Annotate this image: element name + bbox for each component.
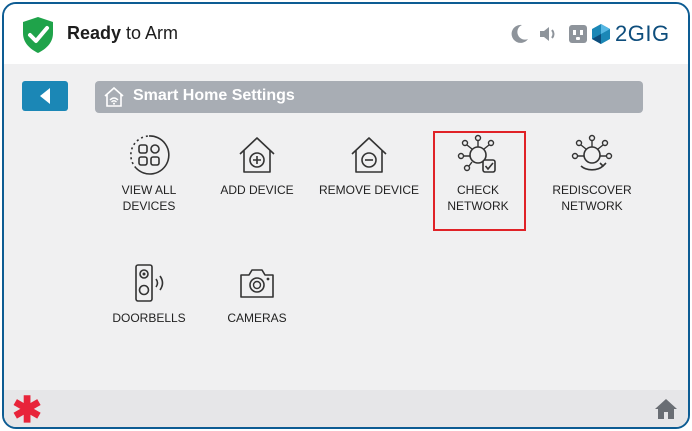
speaker-icon[interactable]: [537, 23, 559, 45]
brand-text: 2GIG: [615, 21, 670, 46]
add-device-line1: ADD DEVICE: [220, 183, 294, 197]
smart-home-icon: [104, 86, 124, 107]
doorbell-icon: [135, 264, 164, 302]
add-device-button[interactable]: ADD DEVICE: [202, 134, 312, 234]
view-all-devices-line2: DEVICES: [122, 199, 176, 213]
moon-icon[interactable]: [508, 23, 530, 45]
home-icon[interactable]: [654, 397, 678, 421]
cameras-label: CAMERAS: [202, 310, 312, 326]
view-all-devices-label: VIEW ALL DEVICES: [94, 182, 204, 214]
view-all-devices-button[interactable]: VIEW ALL DEVICES: [94, 134, 204, 234]
remove-device-line1: REMOVE DEVICE: [318, 183, 420, 197]
cameras-button[interactable]: CAMERAS: [202, 262, 312, 362]
cameras-line1: CAMERAS: [227, 311, 287, 325]
outlet-icon[interactable]: [567, 23, 589, 45]
back-button[interactable]: [22, 81, 68, 111]
camera-icon: [240, 269, 274, 298]
asterisk-icon[interactable]: ✱: [12, 390, 42, 428]
status-rest: to Arm: [121, 23, 179, 43]
doorbells-line1: DOORBELLS: [112, 311, 186, 325]
header-bar: Ready to Arm 2GIG: [4, 4, 688, 64]
remove-device-button[interactable]: REMOVE DEVICE: [314, 134, 424, 234]
shield-check-icon: [23, 17, 53, 53]
arm-status: Ready to Arm: [67, 23, 178, 44]
rediscover-network-line2: NETWORK: [561, 199, 623, 213]
doorbells-label: DOORBELLS: [94, 310, 204, 326]
remove-device-icon: [351, 137, 387, 173]
brand-logo: 2GIG: [590, 19, 670, 49]
add-device-icon: [239, 137, 275, 173]
selection-highlight: [433, 131, 526, 231]
rediscover-network-icon: [571, 134, 613, 171]
page-title-bar: Smart Home Settings: [95, 81, 643, 113]
view-all-devices-line1: VIEW ALL: [121, 183, 177, 197]
rediscover-network-label: REDISCOVER NETWORK: [537, 182, 647, 214]
panel-frame: Ready to Arm 2GIG Smart Home Settings VI…: [2, 2, 690, 429]
footer-bar: ✱: [4, 390, 688, 427]
back-arrow-icon: [40, 88, 50, 104]
doorbells-button[interactable]: DOORBELLS: [94, 262, 204, 362]
view-all-devices-icon: [130, 135, 170, 175]
add-device-label: ADD DEVICE: [202, 182, 312, 198]
status-strong: Ready: [67, 23, 122, 43]
brand-logo-icon: [592, 24, 610, 44]
rediscover-network-button[interactable]: REDISCOVER NETWORK: [537, 134, 647, 234]
remove-device-label: REMOVE DEVICE: [314, 182, 424, 198]
content-area: Smart Home Settings VIEW ALL DEVICES ADD …: [4, 64, 688, 390]
page-title: Smart Home Settings: [133, 87, 295, 104]
rediscover-network-line1: REDISCOVER: [552, 183, 632, 197]
